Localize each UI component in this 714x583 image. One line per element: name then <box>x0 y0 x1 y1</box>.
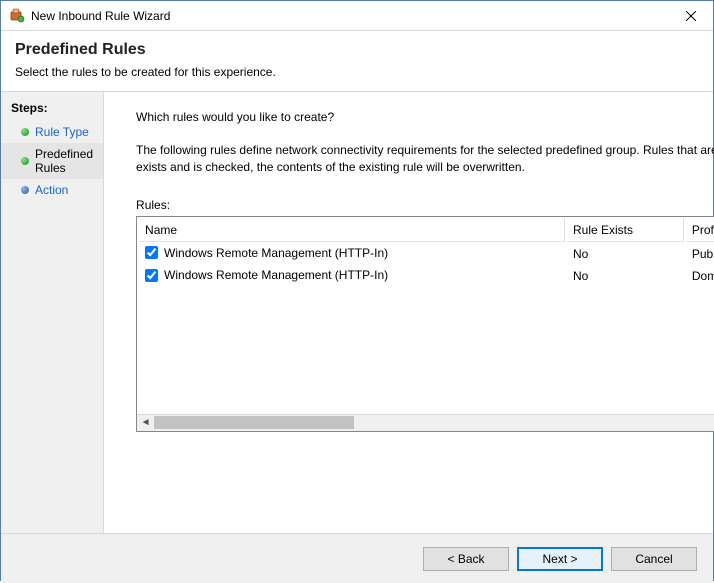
step-action[interactable]: Action <box>1 179 103 201</box>
scroll-thumb[interactable] <box>154 416 354 429</box>
step-rule-type[interactable]: Rule Type <box>1 121 103 143</box>
rules-label: Rules: <box>136 198 714 212</box>
table-row[interactable]: Windows Remote Management (HTTP-In) No D… <box>139 266 714 287</box>
wizard-footer: < Back Next > Cancel <box>1 533 713 583</box>
titlebar: New Inbound Rule Wizard <box>1 1 713 31</box>
bullet-icon <box>21 157 29 165</box>
cancel-button[interactable]: Cancel <box>611 547 697 571</box>
horizontal-scrollbar[interactable]: ◄ ► <box>137 414 714 431</box>
rule-checkbox[interactable] <box>145 269 158 282</box>
rules-listbox: Name Rule Exists Profile Descriptio Wind… <box>136 216 714 432</box>
close-button[interactable] <box>668 1 713 30</box>
steps-sidebar: Steps: Rule Type Predefined Rules Action <box>1 92 104 533</box>
window-title: New Inbound Rule Wizard <box>31 9 668 23</box>
step-label: Action <box>35 183 68 197</box>
step-predefined-rules[interactable]: Predefined Rules <box>1 143 103 179</box>
rule-profile: Public <box>686 244 714 265</box>
rule-name: Windows Remote Management (HTTP-In) <box>164 268 388 282</box>
page-subtitle: Select the rules to be created for this … <box>15 65 699 79</box>
app-icon <box>9 8 25 24</box>
rule-exists: No <box>567 244 684 265</box>
description-text: The following rules define network conne… <box>136 142 714 176</box>
wizard-header: Predefined Rules Select the rules to be … <box>1 31 713 92</box>
rule-exists: No <box>567 266 684 287</box>
rule-profile: Domain, Priv... <box>686 266 714 287</box>
col-profile[interactable]: Profile <box>686 219 714 242</box>
bullet-icon <box>21 128 29 136</box>
rule-name: Windows Remote Management (HTTP-In) <box>164 246 388 260</box>
page-title: Predefined Rules <box>15 41 699 59</box>
back-button[interactable]: < Back <box>423 547 509 571</box>
rule-checkbox[interactable] <box>145 246 158 259</box>
scroll-track[interactable] <box>154 414 714 431</box>
close-icon <box>686 11 696 21</box>
prompt-text: Which rules would you like to create? <box>136 110 714 124</box>
col-rule-exists[interactable]: Rule Exists <box>567 219 684 242</box>
bullet-icon <box>21 186 29 194</box>
steps-title: Steps: <box>1 98 103 121</box>
rule-check-item[interactable]: Windows Remote Management (HTTP-In) <box>145 246 388 260</box>
table-header-row: Name Rule Exists Profile Descriptio <box>139 219 714 242</box>
rules-scroll-area: Name Rule Exists Profile Descriptio Wind… <box>137 217 714 414</box>
step-label: Rule Type <box>35 125 89 139</box>
step-label: Predefined Rules <box>35 147 93 175</box>
col-name[interactable]: Name <box>139 219 565 242</box>
table-row[interactable]: Windows Remote Management (HTTP-In) No P… <box>139 244 714 265</box>
scroll-left-icon[interactable]: ◄ <box>137 414 154 431</box>
rules-table: Name Rule Exists Profile Descriptio Wind… <box>137 217 714 289</box>
wizard-main: Which rules would you like to create? Th… <box>104 92 714 533</box>
next-button[interactable]: Next > <box>517 547 603 571</box>
rule-check-item[interactable]: Windows Remote Management (HTTP-In) <box>145 268 388 282</box>
